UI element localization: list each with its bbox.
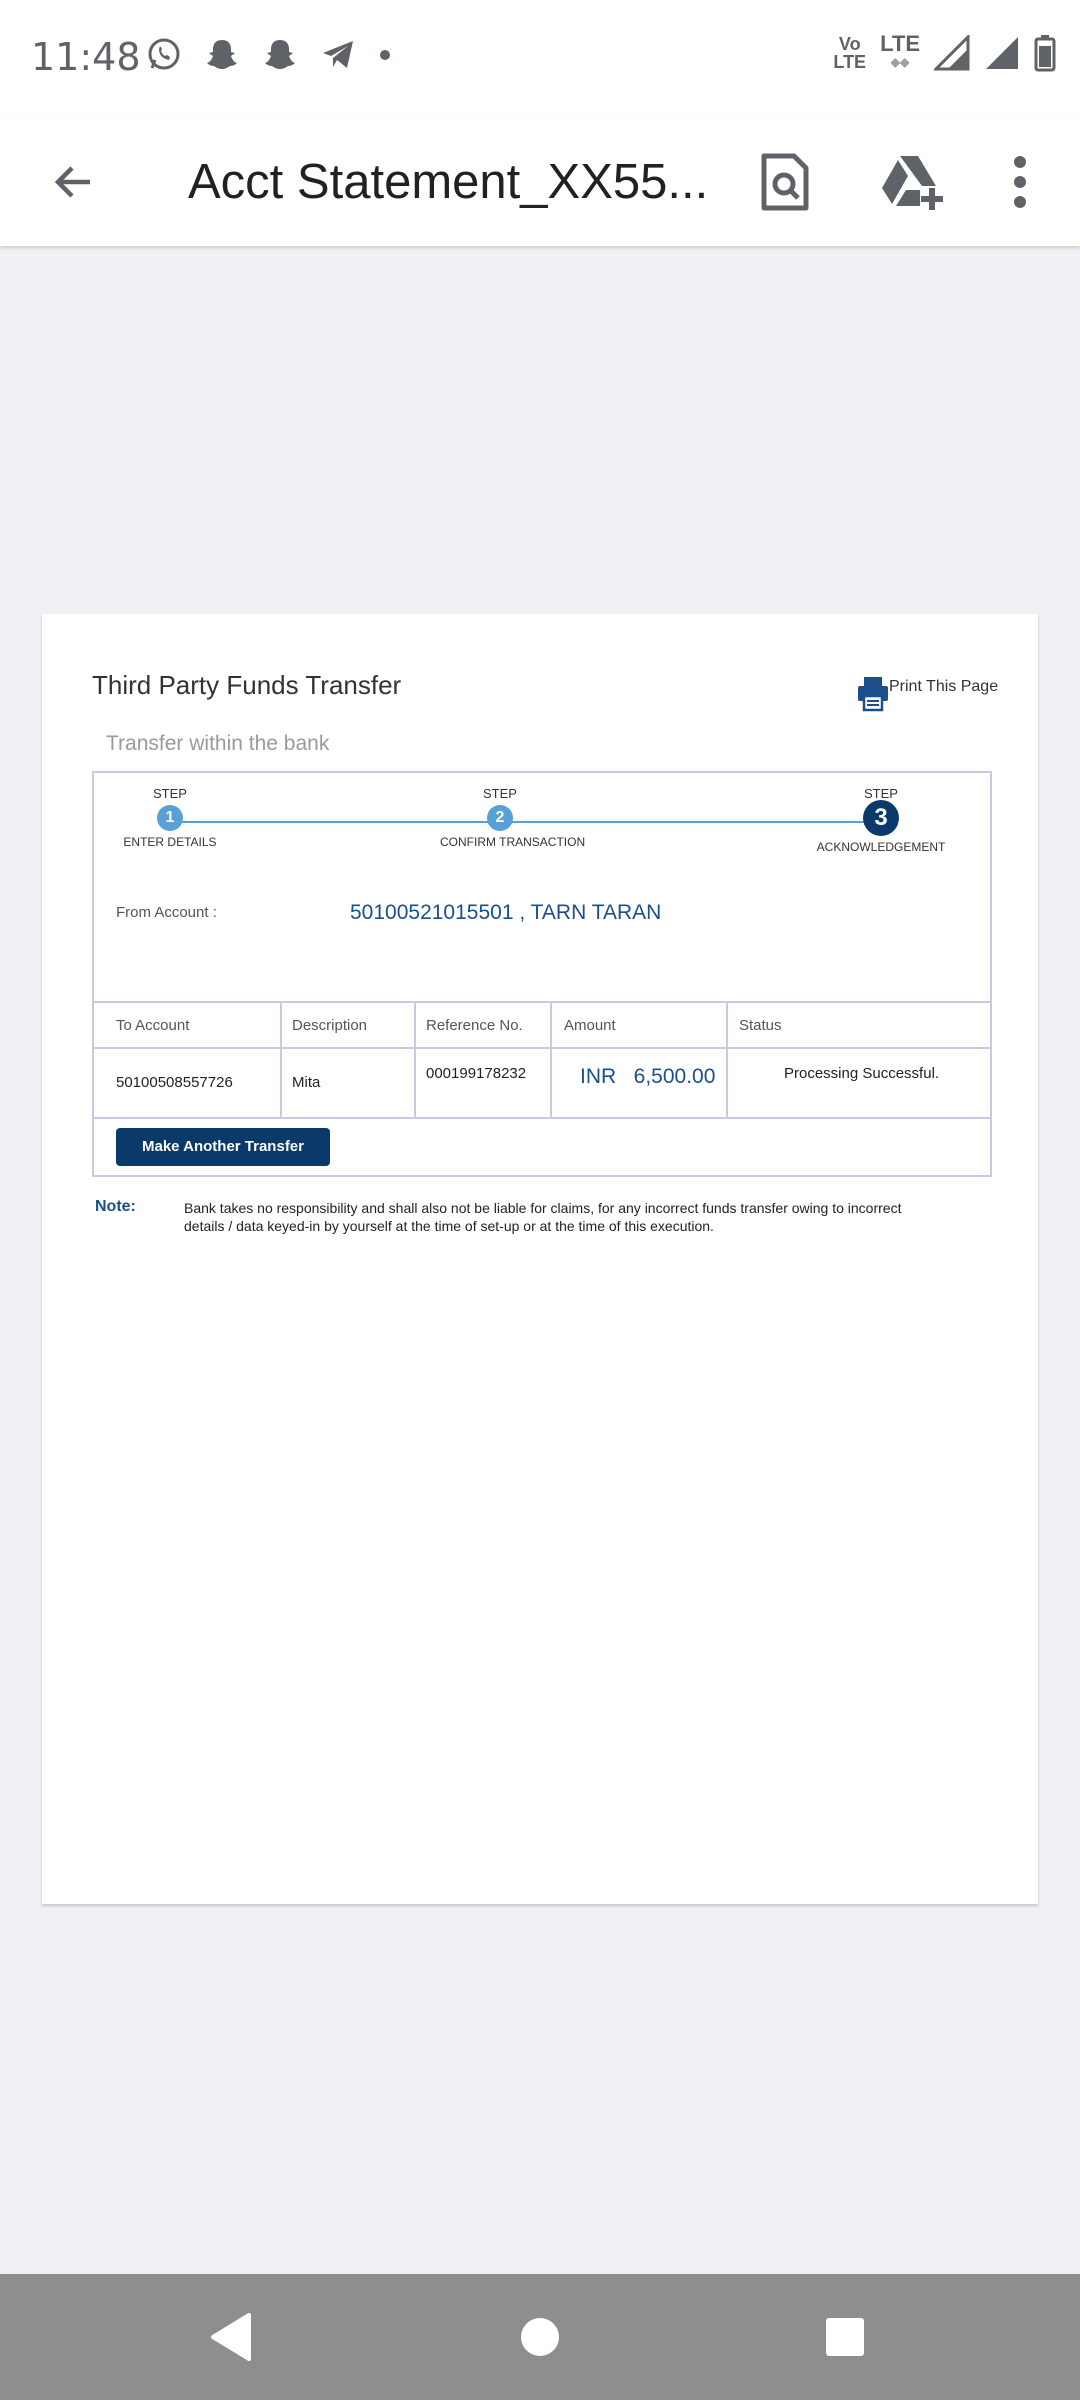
system-icons: Vo LTE LTE ◆◆ [819, 31, 1056, 72]
circle-home-icon [521, 2318, 559, 2356]
column-header: Description [292, 1017, 368, 1034]
snapchat-icon [262, 36, 298, 72]
page-heading: Third Party Funds Transfer [92, 670, 402, 700]
step-word: STEP [864, 786, 898, 801]
column-divider [726, 1001, 728, 1119]
signal-icon [984, 35, 1020, 71]
telegram-icon [320, 36, 356, 72]
notification-icons [146, 36, 414, 72]
step-progress: STEP 1 ENTER DETAILS STEP 2 CONFIRM TRAN… [94, 773, 990, 863]
page-subtitle: Transfer within the bank [106, 732, 330, 755]
print-page-link[interactable]: Print This Page [857, 676, 998, 712]
table-header: To Account Description Reference No. Amo… [94, 1001, 990, 1049]
from-account-label: From Account : [116, 904, 217, 921]
make-another-transfer-button[interactable]: Make Another Transfer [116, 1128, 330, 1166]
step-acknowledgement: STEP 3 ACKNOWLEDGEMENT [816, 785, 946, 854]
step-word: STEP [483, 786, 517, 801]
step-number: 1 [157, 805, 183, 831]
column-header: Reference No. [426, 1017, 523, 1034]
reference-cell: 000199178232 [426, 1065, 527, 1082]
from-account-value: 50100521015501 , TARN TARAN [350, 901, 662, 924]
step-label: ACKNOWLEDGEMENT [816, 840, 946, 854]
whatsapp-icon [146, 36, 182, 72]
step-label: CONFIRM TRANSACTION [440, 835, 586, 849]
more-options-button[interactable] [990, 142, 1050, 222]
more-vert-icon [1014, 156, 1026, 208]
status-cell: Processing Successful. [784, 1065, 940, 1082]
amount-cell: INR 6,500.00 [580, 1065, 716, 1088]
triangle-back-icon [211, 2313, 251, 2361]
print-label: Print This Page [889, 678, 999, 695]
to-account-cell: 50100508557726 [116, 1074, 233, 1091]
signal-icon [934, 35, 970, 71]
lte-label: LTE [880, 31, 920, 56]
document-page: Third Party Funds Transfer Print This Pa… [42, 614, 1038, 1904]
printer-icon [858, 677, 888, 712]
status-bar: 11:48 Vo LTE LTE ◆◆ [0, 0, 1080, 118]
column-header: Amount [564, 1017, 616, 1034]
file-search-icon [761, 153, 809, 211]
nav-home-button[interactable] [507, 2304, 573, 2370]
navigation-bar [0, 2274, 1080, 2400]
column-divider [550, 1001, 552, 1119]
step-confirm-transaction: STEP 2 CONFIRM TRANSACTION [440, 785, 586, 849]
step-number: 2 [487, 805, 513, 831]
column-header: To Account [116, 1017, 190, 1034]
snapchat-icon [204, 36, 240, 72]
note-label: Note: [95, 1198, 136, 1215]
nav-recents-button[interactable] [812, 2304, 878, 2370]
drive-add-icon [882, 156, 943, 210]
table-row: 50100508557726 Mita 000199178232 INR 6,5… [94, 1049, 990, 1119]
back-button[interactable] [36, 144, 112, 220]
lte-arrows: ◆◆ [890, 55, 910, 69]
volte-bottom: LTE [833, 52, 867, 72]
arrow-left-icon [54, 166, 90, 198]
step-label: ENTER DETAILS [123, 835, 217, 849]
find-in-document-button[interactable] [746, 142, 826, 222]
volte-top: Vo [838, 34, 861, 54]
dot-icon [378, 36, 392, 72]
step-number: 3 [863, 800, 899, 836]
step-enter-details: STEP 1 ENTER DETAILS [116, 785, 224, 849]
note-text: Bank takes no responsibility and shall a… [184, 1200, 902, 1234]
step-word: STEP [153, 786, 187, 801]
transfer-box: STEP 1 ENTER DETAILS STEP 2 CONFIRM TRAN… [92, 771, 992, 1177]
description-cell: Mita [292, 1074, 321, 1091]
volte-icon: Vo LTE [833, 35, 866, 71]
document-title: Acct Statement_XX55... [188, 155, 708, 209]
nav-back-button[interactable] [198, 2304, 264, 2370]
lte-icon: LTE ◆◆ [880, 31, 920, 71]
status-time: 11:48 [31, 35, 141, 79]
column-header: Status [739, 1017, 782, 1034]
battery-icon [1034, 34, 1056, 72]
app-bar: Acct Statement_XX55... [0, 118, 1080, 246]
add-to-drive-button[interactable] [872, 142, 952, 222]
square-recents-icon [826, 2318, 864, 2356]
column-divider [414, 1001, 416, 1119]
column-divider [280, 1001, 282, 1119]
